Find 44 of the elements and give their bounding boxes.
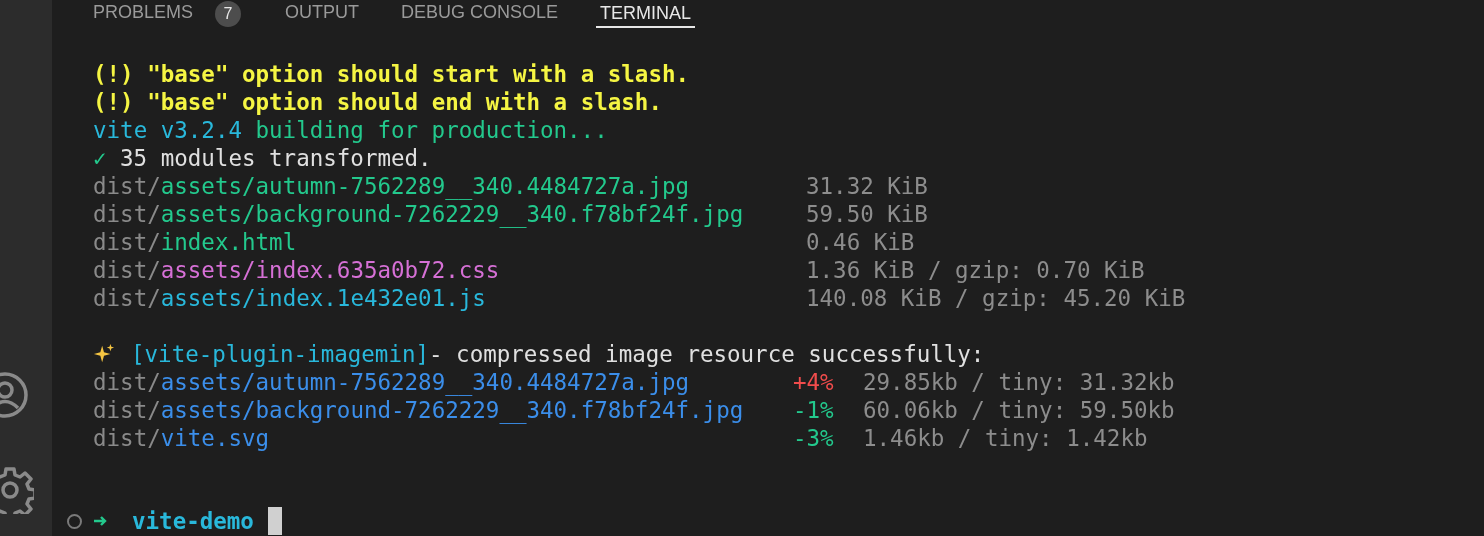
terminal-text: vite v3.2.4 — [93, 116, 242, 144]
file-path: assets/index.1e432e01.js — [160, 285, 486, 311]
text-cursor — [267, 507, 282, 535]
file-size: 59.50 KiB — [806, 200, 929, 228]
directory-text: dist/ — [93, 173, 161, 199]
size-change: -3% — [793, 424, 835, 452]
file-size: 31.32 KiB — [806, 172, 929, 200]
file-path: index.html — [160, 229, 297, 255]
file-size: 1.36 KiB / gzip: 0.70 KiB — [806, 256, 1146, 284]
file-path: assets/index.635a0b72.css — [160, 257, 500, 283]
status-circle-icon — [67, 513, 82, 529]
terminal-text: [vite-plugin-imagemin] — [131, 340, 429, 368]
file-path: assets/autumn-7562289__340.4484727a.jpg — [160, 173, 690, 199]
directory-text: dist/ — [93, 229, 161, 255]
directory-text: dist/ — [93, 285, 161, 311]
file-size: 60.06kb / tiny: 59.50kb — [863, 396, 1176, 424]
file-path: vite.svg — [160, 425, 270, 451]
file-size: 140.08 KiB / gzip: 45.20 KiB — [806, 284, 1187, 312]
terminal-text: 35 modules transformed. — [120, 144, 432, 172]
terminal-text: building for production... — [255, 116, 608, 144]
file-path: assets/background-7262229__340.f78bf24f.jpg — [160, 397, 744, 423]
terminal-text: - compressed image resource successfully: — [429, 340, 985, 368]
terminal-text: ✓ — [93, 144, 107, 172]
panel-tab[interactable]: TERMINAL — [596, 0, 696, 28]
directory-text: dist/ — [93, 425, 161, 451]
file-size: 1.46kb / tiny: 1.42kb — [863, 424, 1149, 452]
file-size: 0.46 KiB — [806, 228, 916, 256]
prompt-directory: vite-demo — [132, 507, 254, 535]
size-change: -1% — [793, 396, 835, 424]
directory-text: dist/ — [93, 397, 161, 423]
file-size: 29.85kb / tiny: 31.32kb — [863, 368, 1176, 396]
directory-text: dist/ — [93, 369, 161, 395]
directory-text: dist/ — [93, 201, 161, 227]
settings-icon[interactable] — [0, 466, 34, 514]
panel-tab[interactable]: PROBLEMS — [93, 0, 194, 28]
size-change: +4% — [793, 368, 835, 396]
directory-text: dist/ — [93, 257, 161, 283]
terminal-text: (!) "base" option should start with a slash. — [93, 60, 690, 88]
file-path: assets/autumn-7562289__340.4484727a.jpg — [160, 369, 690, 395]
terminal-text: (!) "base" option should end with a slash. — [93, 88, 662, 116]
file-path: assets/background-7262229__340.f78bf24f.jpg — [160, 201, 744, 227]
panel-tab[interactable]: OUTPUT — [285, 0, 360, 28]
count-badge: 7 — [215, 1, 242, 27]
panel-tab[interactable]: DEBUG CONSOLE — [401, 0, 559, 28]
